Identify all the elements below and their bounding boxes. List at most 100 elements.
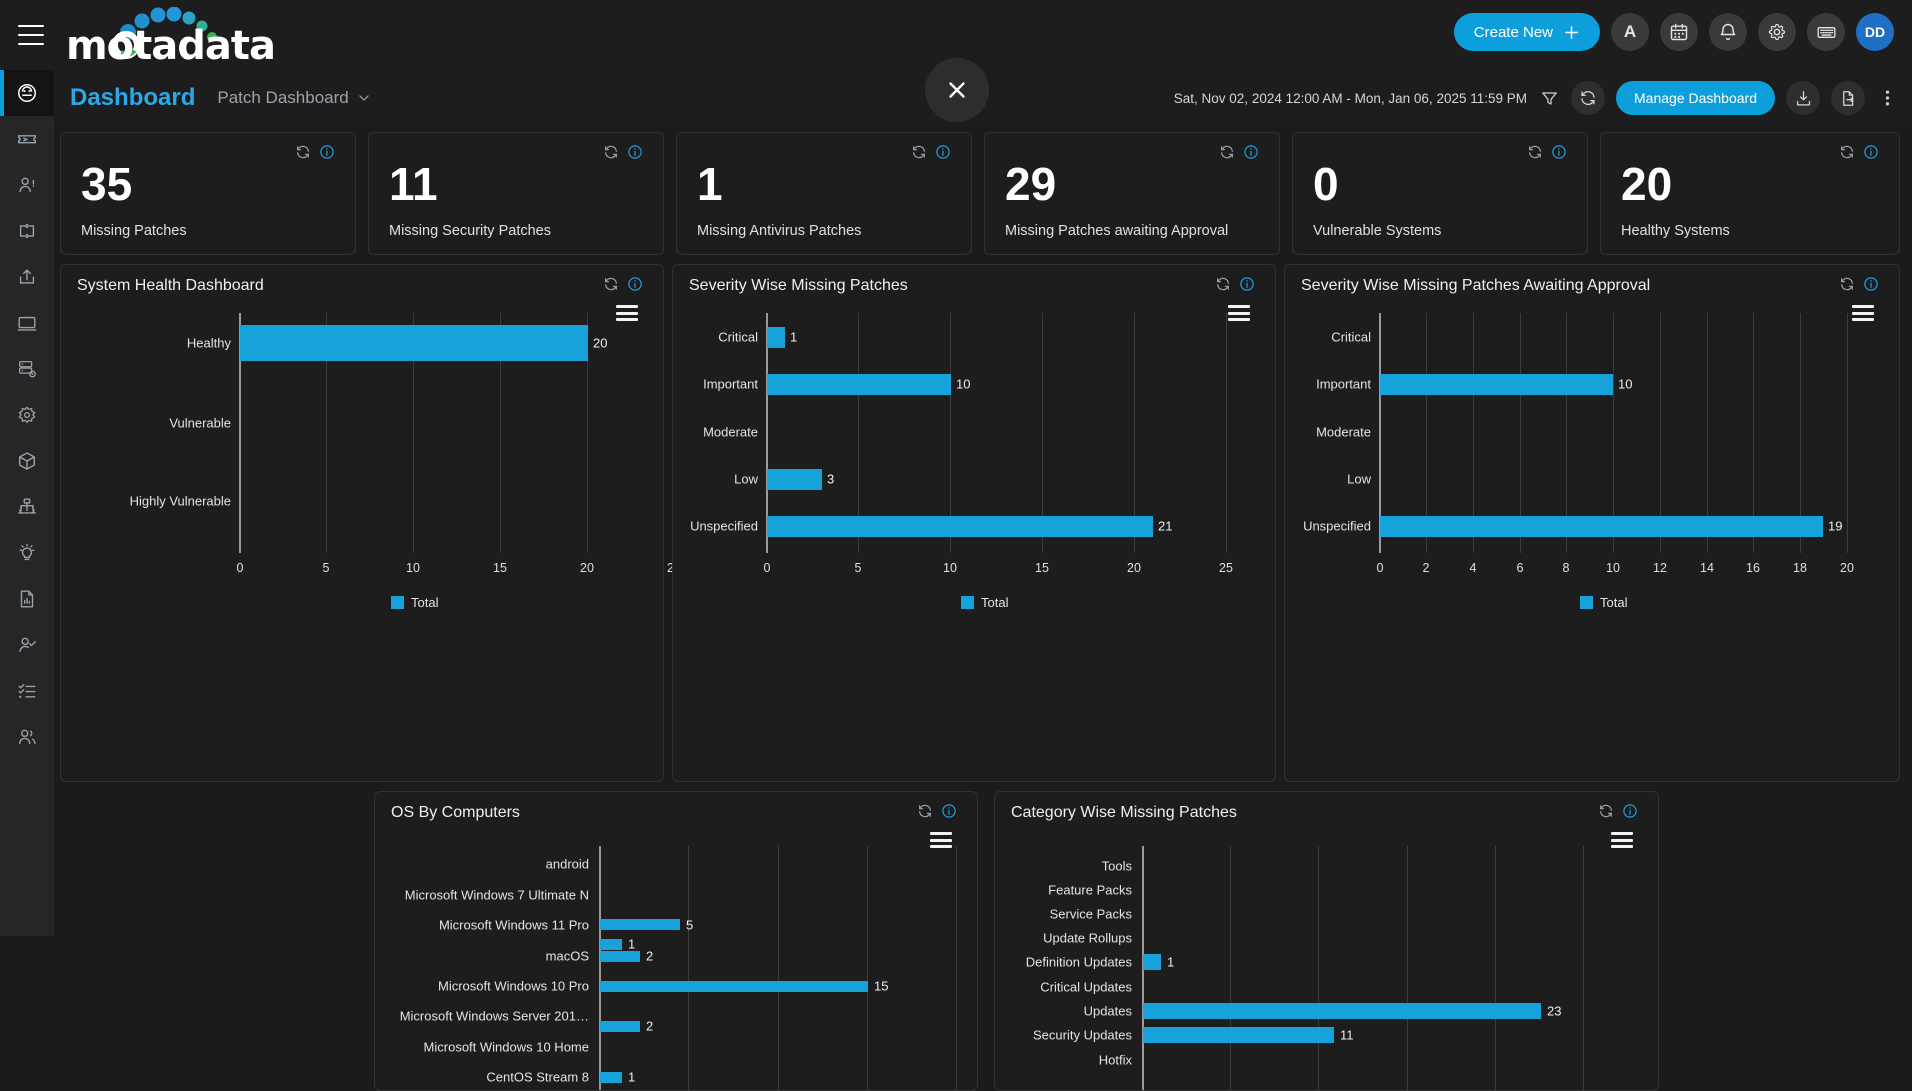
more-vertical-icon[interactable] [1876, 87, 1898, 109]
bar[interactable] [767, 327, 785, 348]
sidebar-item-requester[interactable] [0, 162, 54, 208]
grid-line [688, 846, 689, 1091]
hamburger-icon[interactable] [18, 25, 44, 45]
x-tick: 12 [1653, 561, 1667, 575]
sidebar-item-knowledge[interactable] [0, 530, 54, 576]
widget-refresh-icon[interactable] [911, 144, 927, 160]
chart-legend[interactable]: Total [391, 595, 438, 610]
refresh-icon[interactable] [1571, 81, 1605, 115]
bar[interactable] [600, 1021, 640, 1032]
x-tick: 10 [1606, 561, 1620, 575]
bar[interactable] [767, 469, 822, 490]
grid-line [1318, 846, 1319, 1091]
sidebar-item-topology[interactable] [0, 484, 54, 530]
category-label: Unspecified [1285, 519, 1371, 534]
bar[interactable] [1380, 516, 1823, 537]
category-label: Microsoft Windows 7 Ultimate N [389, 888, 589, 903]
chevron-down-icon [357, 91, 371, 105]
bar-value-label: 15 [874, 979, 888, 994]
widget-refresh-icon[interactable] [1527, 144, 1543, 160]
kpi-card[interactable]: 11 Missing Security Patches [368, 132, 664, 255]
sidebar-item-workflow[interactable] [0, 208, 54, 254]
bar-value-label: 5 [686, 918, 693, 933]
kpi-card[interactable]: 0 Vulnerable Systems [1292, 132, 1588, 255]
dashboard-header-actions: Sat, Nov 02, 2024 12:00 AM - Mon, Jan 06… [1174, 81, 1898, 115]
bar[interactable] [600, 919, 680, 930]
sidebar-item-assets[interactable] [0, 300, 54, 346]
bar[interactable] [240, 325, 588, 361]
notifications-bell-icon[interactable] [1709, 13, 1747, 51]
bar[interactable] [600, 951, 640, 962]
funnel-icon[interactable] [1538, 87, 1560, 109]
widget-refresh-icon[interactable] [603, 144, 619, 160]
sidebar-item-tasks[interactable] [0, 668, 54, 714]
bar-value-label: 1 [628, 1070, 635, 1085]
calendar-icon[interactable] [1660, 13, 1698, 51]
close-button[interactable] [925, 58, 989, 122]
date-range-label[interactable]: Sat, Nov 02, 2024 12:00 AM - Mon, Jan 06… [1174, 91, 1527, 106]
widget-refresh-icon[interactable] [1219, 144, 1235, 160]
category-label: Critical [673, 330, 758, 345]
keyboard-shortcuts-icon[interactable] [1807, 13, 1845, 51]
kpi-card[interactable]: 1 Missing Antivirus Patches [676, 132, 972, 255]
user-check-icon [16, 634, 38, 656]
bar[interactable] [1143, 954, 1161, 970]
bar-value-label: 21 [1158, 519, 1172, 534]
x-tick: 15 [1035, 561, 1049, 575]
sidebar-item-patch[interactable] [0, 392, 54, 438]
sidebar-item-approvals[interactable] [0, 622, 54, 668]
bar[interactable] [767, 374, 951, 395]
bar-value-label: 10 [1618, 377, 1632, 392]
sidebar-item-package[interactable] [0, 438, 54, 484]
language-icon[interactable]: A [1611, 13, 1649, 51]
sidebar-item-tickets[interactable] [0, 116, 54, 162]
manage-dashboard-button[interactable]: Manage Dashboard [1616, 81, 1775, 115]
bar[interactable] [600, 981, 868, 992]
bar[interactable] [600, 939, 622, 950]
bar[interactable] [1380, 374, 1613, 395]
widget-info-icon[interactable] [627, 144, 643, 160]
kpi-card[interactable]: 29 Missing Patches awaiting Approval [984, 132, 1280, 255]
legend-label: Total [1600, 595, 1627, 610]
kpi-card[interactable]: 35 Missing Patches [60, 132, 356, 255]
sidebar-item-servers[interactable] [0, 346, 54, 392]
category-label: Microsoft Windows 10 Home [389, 1040, 589, 1055]
kpi-card[interactable]: 20 Healthy Systems [1600, 132, 1900, 255]
chart-legend[interactable]: Total [1580, 595, 1627, 610]
motadata-logo[interactable]: motadata [66, 7, 266, 63]
bar[interactable] [767, 516, 1153, 537]
sidebar-item-release[interactable] [0, 254, 54, 300]
x-tick: 2 [1423, 561, 1430, 575]
create-new-label: Create New [1474, 24, 1553, 41]
grid-line [1495, 846, 1496, 1091]
widget-info-icon[interactable] [935, 144, 951, 160]
widget-info-icon[interactable] [319, 144, 335, 160]
widget-refresh-icon[interactable] [295, 144, 311, 160]
chart-legend[interactable]: Total [961, 595, 1008, 610]
category-label: Security Updates [995, 1028, 1132, 1043]
bar[interactable] [600, 1072, 622, 1083]
widget-info-icon[interactable] [1243, 144, 1259, 160]
sidebar-item-reports[interactable] [0, 576, 54, 622]
dashboard-selector[interactable]: Patch Dashboard [217, 88, 370, 108]
x-tick: 18 [1793, 561, 1807, 575]
bar-value-label: 1 [790, 330, 797, 345]
chart-card-category-wise: Category Wise Missing Patches Tools Feat… [994, 791, 1659, 1091]
user-alert-icon [16, 174, 38, 196]
sidebar-item-users[interactable] [0, 714, 54, 760]
widget-refresh-icon[interactable] [1839, 144, 1855, 160]
widget-info-icon[interactable] [1551, 144, 1567, 160]
avatar[interactable]: DD [1856, 13, 1894, 51]
export-file-icon[interactable] [1831, 81, 1865, 115]
chart-card-severity-awaiting: Severity Wise Missing Patches Awaiting A… [1284, 264, 1900, 782]
create-new-button[interactable]: Create New [1454, 13, 1600, 51]
grid-line [1407, 846, 1408, 1091]
x-tick: 10 [943, 561, 957, 575]
bar-value-label: 19 [1828, 519, 1842, 534]
download-icon[interactable] [1786, 81, 1820, 115]
widget-info-icon[interactable] [1863, 144, 1879, 160]
settings-gear-icon[interactable] [1758, 13, 1796, 51]
bar[interactable] [1143, 1003, 1541, 1019]
bar[interactable] [1143, 1027, 1334, 1043]
sidebar-item-dashboard[interactable] [0, 70, 54, 116]
